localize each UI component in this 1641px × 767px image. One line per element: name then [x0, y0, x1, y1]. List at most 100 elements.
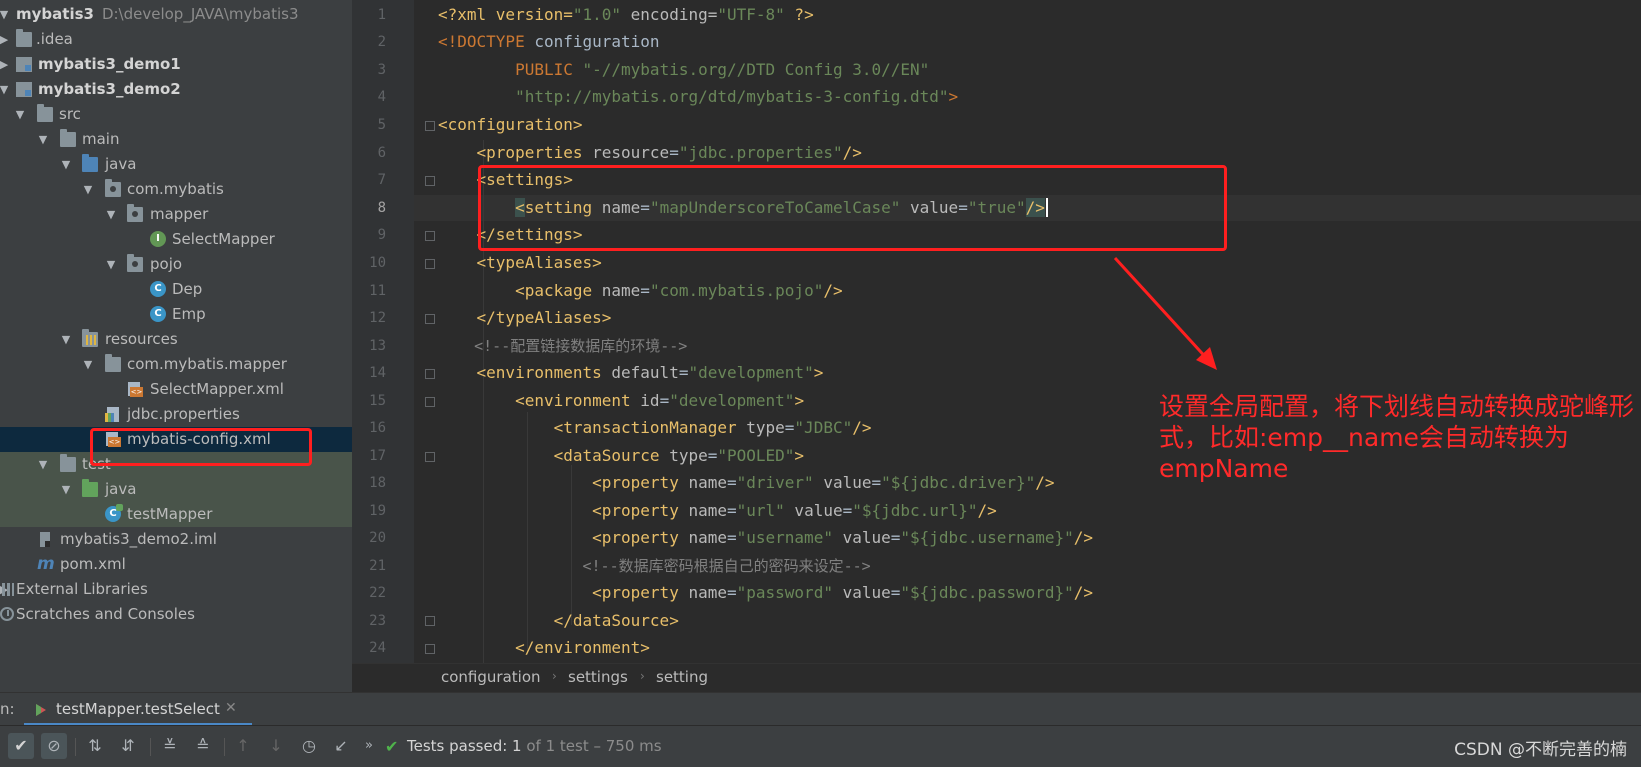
- breadcrumb-item[interactable]: configuration: [441, 668, 541, 686]
- code-line: <environment id="development">: [438, 388, 804, 414]
- code-token: resource: [592, 143, 670, 162]
- code-token: "JDBC": [794, 418, 853, 437]
- breadcrumb-item[interactable]: setting: [656, 668, 708, 686]
- chevron-down-icon[interactable]: ▼: [82, 352, 94, 377]
- line-number: 22: [369, 585, 386, 601]
- chevron-right-icon: ›: [552, 669, 557, 683]
- tree-item-idea[interactable]: ▶ .idea: [0, 27, 352, 52]
- chevron-down-icon[interactable]: ▼: [105, 202, 117, 227]
- root-name: mybatis3: [16, 5, 94, 23]
- fold-marker-icon[interactable]: [425, 231, 435, 241]
- collapse-all-icon[interactable]: ≙: [190, 733, 216, 759]
- fold-marker-icon[interactable]: [425, 644, 435, 654]
- tree-item-select-mapper-xml[interactable]: SelectMapper.xml: [0, 377, 352, 402]
- breadcrumb: configuration › settings › setting: [352, 663, 1641, 692]
- fold-marker-icon[interactable]: [425, 397, 435, 407]
- line-number: 9: [377, 227, 386, 243]
- fold-marker-icon[interactable]: [425, 369, 435, 379]
- chevron-down-icon[interactable]: ▼: [14, 102, 26, 127]
- code-token: <package: [438, 281, 602, 300]
- tree-item-com-mybatis[interactable]: ▼ com.mybatis: [0, 177, 352, 202]
- fold-marker-icon[interactable]: [425, 259, 435, 269]
- tree-item-select-mapper[interactable]: I SelectMapper: [0, 227, 352, 252]
- tree-item-pom[interactable]: m pom.xml: [0, 552, 352, 577]
- line-number: 24: [369, 640, 386, 656]
- code-token: >: [794, 391, 805, 410]
- chevron-down-icon[interactable]: ▼: [105, 252, 117, 277]
- show-ignored-icon[interactable]: ⊘: [41, 733, 67, 759]
- tree-item-emp[interactable]: C Emp: [0, 302, 352, 327]
- code-token: name: [601, 281, 641, 300]
- fold-marker-icon[interactable]: [425, 452, 435, 462]
- chevron-down-icon[interactable]: ▼: [60, 152, 72, 177]
- show-passed-icon[interactable]: ✔: [8, 733, 34, 759]
- tree-item-main[interactable]: ▼ main: [0, 127, 352, 152]
- chevron-down-icon[interactable]: ▼: [82, 177, 94, 202]
- chevron-down-icon[interactable]: ▼: [0, 2, 10, 27]
- tree-item-jdbc-properties[interactable]: jdbc.properties: [0, 402, 352, 427]
- tree-item-demo2[interactable]: ▼ mybatis3_demo2: [0, 77, 352, 102]
- tree-item-dep[interactable]: C Dep: [0, 277, 352, 302]
- tree-item-label: mybatis3_demo1: [38, 55, 181, 73]
- fold-marker-icon[interactable]: [425, 176, 435, 186]
- line-number: 10: [369, 255, 386, 271]
- tree-item-root[interactable]: ▼ mybatis3 D:\develop_JAVA\mybatis3: [0, 2, 352, 27]
- tree-item-mapper[interactable]: ▼ mapper: [0, 202, 352, 227]
- tree-item-label: SelectMapper.xml: [150, 380, 284, 398]
- chevron-right-icon[interactable]: ▶: [0, 52, 10, 77]
- previous-failed-icon[interactable]: ↑: [230, 733, 256, 759]
- chevron-down-icon[interactable]: ▼: [0, 77, 10, 102]
- code-token: "jdbc.properties": [678, 143, 843, 162]
- import-tests-icon[interactable]: ↙: [328, 733, 354, 759]
- more-icon[interactable]: »: [356, 733, 382, 759]
- tree-item-resources[interactable]: ▼ resources: [0, 327, 352, 352]
- code-token: "-//mybatis.org//DTD Config 3.0//EN": [582, 60, 930, 79]
- code-token: <transactionManager: [438, 418, 747, 437]
- chevron-down-icon[interactable]: ▼: [37, 452, 49, 477]
- code-token: />: [1073, 583, 1094, 602]
- sort-alpha-icon[interactable]: ⇅: [82, 733, 108, 759]
- tree-item-java[interactable]: ▼ java: [0, 152, 352, 177]
- expand-all-icon[interactable]: ≚: [157, 733, 183, 759]
- test-class-icon: [105, 504, 123, 522]
- check-icon: ✔: [385, 737, 399, 756]
- next-failed-icon[interactable]: ↓: [263, 733, 289, 759]
- chevron-down-icon[interactable]: ▼: [37, 127, 49, 152]
- breadcrumb-item[interactable]: settings: [568, 668, 628, 686]
- code-token: <?xml version=: [438, 5, 573, 24]
- package-icon: [127, 254, 143, 272]
- line-number: 21: [369, 558, 386, 574]
- toolbar-divider: [150, 738, 151, 756]
- tree-item-external-libraries[interactable]: ▶ External Libraries: [0, 577, 352, 602]
- chevron-down-icon[interactable]: ▼: [60, 327, 72, 352]
- code-token: =: [890, 528, 901, 547]
- tree-item-src[interactable]: ▼ src: [0, 102, 352, 127]
- tab-test-run[interactable]: testMapper.testSelect ✕: [24, 693, 252, 726]
- fold-marker-icon[interactable]: [425, 121, 435, 131]
- tree-item-demo1[interactable]: ▶ mybatis3_demo1: [0, 52, 352, 77]
- line-number: 19: [369, 503, 386, 519]
- code-token: =: [640, 281, 650, 300]
- tree-item-test-java[interactable]: ▼ java: [0, 477, 352, 502]
- code-token: value: [832, 583, 891, 602]
- run-tab-bar: n: testMapper.testSelect ✕: [0, 692, 1641, 726]
- chevron-down-icon[interactable]: ▼: [60, 477, 72, 502]
- fold-marker-icon[interactable]: [425, 314, 435, 324]
- chevron-right-icon[interactable]: ▶: [0, 27, 10, 52]
- sort-duration-icon[interactable]: ⇵: [115, 733, 141, 759]
- close-icon[interactable]: ✕: [225, 700, 237, 716]
- fold-marker-icon[interactable]: [425, 616, 435, 626]
- tree-item-iml[interactable]: mybatis3_demo2.iml: [0, 527, 352, 552]
- folder-icon: [16, 29, 32, 47]
- code-token: =: [890, 583, 901, 602]
- tree-item-scratches[interactable]: Scratches and Consoles: [0, 602, 352, 627]
- source-folder-icon: [82, 154, 98, 172]
- status-count: 1: [512, 737, 522, 755]
- tree-item-com-mybatis-mapper[interactable]: ▼ com.mybatis.mapper: [0, 352, 352, 377]
- tree-item-test-mapper[interactable]: testMapper: [0, 502, 352, 527]
- xml-file-icon: [127, 382, 143, 397]
- history-icon[interactable]: ◷: [296, 733, 322, 759]
- tree-item-pojo[interactable]: ▼ pojo: [0, 252, 352, 277]
- tree-item-label: testMapper: [127, 505, 213, 523]
- code-token: default: [611, 363, 679, 382]
